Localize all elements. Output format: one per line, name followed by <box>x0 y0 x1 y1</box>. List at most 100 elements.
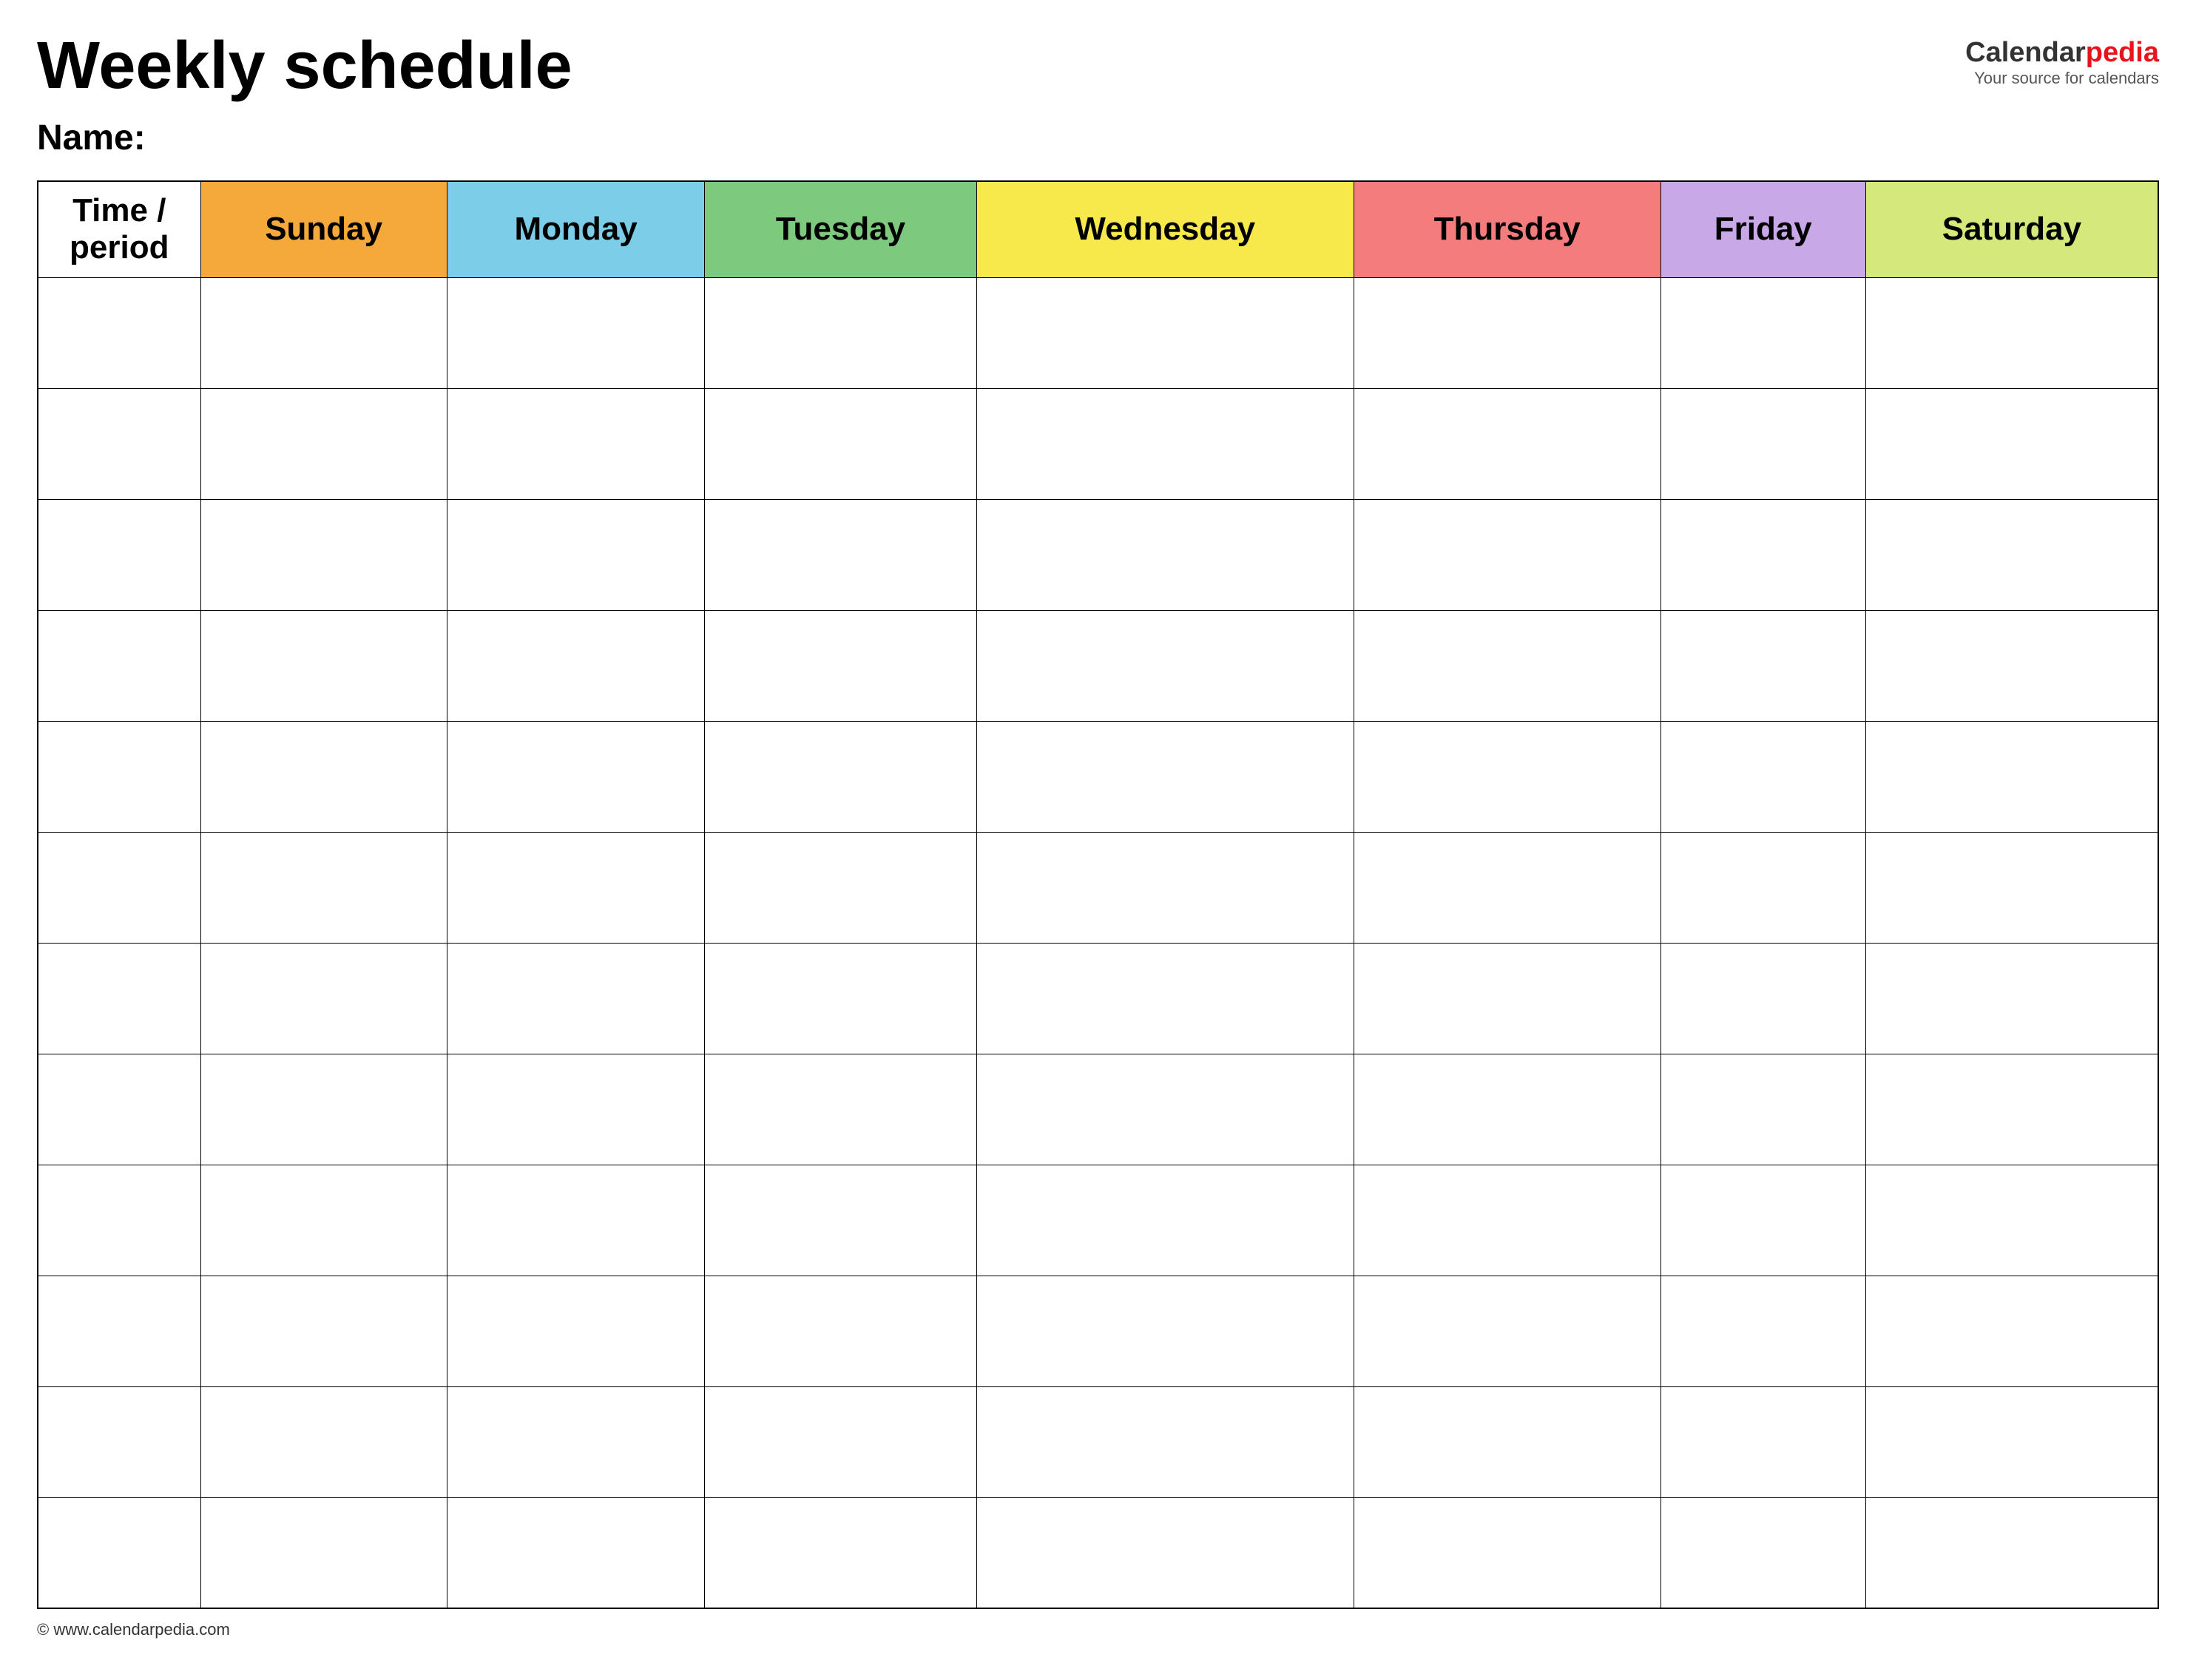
table-cell[interactable] <box>447 277 705 388</box>
table-cell[interactable] <box>1660 721 1865 832</box>
table-cell[interactable] <box>1865 277 2158 388</box>
table-cell[interactable] <box>38 1276 200 1386</box>
table-cell[interactable] <box>38 943 200 1054</box>
table-cell[interactable] <box>1354 832 1660 943</box>
table-cell[interactable] <box>1354 943 1660 1054</box>
table-cell[interactable] <box>200 721 447 832</box>
table-cell[interactable] <box>1660 1497 1865 1608</box>
table-cell[interactable] <box>976 721 1354 832</box>
table-cell[interactable] <box>1660 610 1865 721</box>
table-cell[interactable] <box>200 1497 447 1608</box>
table-cell[interactable] <box>200 388 447 499</box>
table-cell[interactable] <box>1865 721 2158 832</box>
table-cell[interactable] <box>200 1386 447 1497</box>
table-cell[interactable] <box>705 1165 976 1276</box>
table-cell[interactable] <box>705 1386 976 1497</box>
table-cell[interactable] <box>1354 1054 1660 1165</box>
table-cell[interactable] <box>38 1054 200 1165</box>
brand-calendar-text: Calendar <box>1965 37 2086 68</box>
table-cell[interactable] <box>200 832 447 943</box>
table-cell[interactable] <box>1865 943 2158 1054</box>
table-cell[interactable] <box>38 277 200 388</box>
table-cell[interactable] <box>200 277 447 388</box>
table-cell[interactable] <box>200 499 447 610</box>
table-cell[interactable] <box>976 277 1354 388</box>
table-cell[interactable] <box>1660 1276 1865 1386</box>
table-cell[interactable] <box>1354 721 1660 832</box>
table-cell[interactable] <box>976 610 1354 721</box>
table-cell[interactable] <box>1865 610 2158 721</box>
table-cell[interactable] <box>705 943 976 1054</box>
table-cell[interactable] <box>38 832 200 943</box>
table-cell[interactable] <box>976 388 1354 499</box>
table-cell[interactable] <box>1660 832 1865 943</box>
table-cell[interactable] <box>1865 832 2158 943</box>
table-cell[interactable] <box>200 1054 447 1165</box>
table-cell[interactable] <box>200 943 447 1054</box>
table-cell[interactable] <box>705 721 976 832</box>
table-cell[interactable] <box>976 832 1354 943</box>
table-cell[interactable] <box>1865 388 2158 499</box>
table-cell[interactable] <box>447 721 705 832</box>
table-cell[interactable] <box>1354 388 1660 499</box>
table-cell[interactable] <box>38 499 200 610</box>
table-cell[interactable] <box>447 943 705 1054</box>
table-cell[interactable] <box>1660 1165 1865 1276</box>
table-cell[interactable] <box>38 610 200 721</box>
table-cell[interactable] <box>1354 1497 1660 1608</box>
table-cell[interactable] <box>447 1276 705 1386</box>
table-cell[interactable] <box>1660 277 1865 388</box>
table-cell[interactable] <box>200 1276 447 1386</box>
table-cell[interactable] <box>1354 1165 1660 1276</box>
table-cell[interactable] <box>976 1386 1354 1497</box>
table-cell[interactable] <box>976 1054 1354 1165</box>
table-cell[interactable] <box>38 1165 200 1276</box>
col-header-wednesday: Wednesday <box>976 181 1354 277</box>
table-cell[interactable] <box>1660 388 1865 499</box>
table-cell[interactable] <box>976 1497 1354 1608</box>
table-cell[interactable] <box>1865 1497 2158 1608</box>
table-cell[interactable] <box>705 832 976 943</box>
table-cell[interactable] <box>705 277 976 388</box>
table-cell[interactable] <box>447 832 705 943</box>
table-cell[interactable] <box>447 1497 705 1608</box>
table-cell[interactable] <box>1865 499 2158 610</box>
table-cell[interactable] <box>976 1276 1354 1386</box>
table-cell[interactable] <box>38 1386 200 1497</box>
table-cell[interactable] <box>1660 1054 1865 1165</box>
table-cell[interactable] <box>447 388 705 499</box>
table-cell[interactable] <box>1865 1276 2158 1386</box>
col-header-monday: Monday <box>447 181 705 277</box>
table-cell[interactable] <box>447 499 705 610</box>
table-cell[interactable] <box>705 388 976 499</box>
table-cell[interactable] <box>1660 943 1865 1054</box>
table-cell[interactable] <box>38 721 200 832</box>
table-cell[interactable] <box>1354 1276 1660 1386</box>
table-cell[interactable] <box>1865 1165 2158 1276</box>
table-cell[interactable] <box>1660 499 1865 610</box>
table-cell[interactable] <box>447 1165 705 1276</box>
table-cell[interactable] <box>38 388 200 499</box>
table-cell[interactable] <box>1354 610 1660 721</box>
table-cell[interactable] <box>705 610 976 721</box>
table-cell[interactable] <box>976 943 1354 1054</box>
table-cell[interactable] <box>1354 1386 1660 1497</box>
table-cell[interactable] <box>447 1386 705 1497</box>
table-cell[interactable] <box>1865 1054 2158 1165</box>
table-cell[interactable] <box>705 499 976 610</box>
table-cell[interactable] <box>200 1165 447 1276</box>
table-cell[interactable] <box>1354 277 1660 388</box>
table-row <box>38 388 2158 499</box>
table-cell[interactable] <box>1865 1386 2158 1497</box>
table-cell[interactable] <box>976 1165 1354 1276</box>
table-cell[interactable] <box>705 1054 976 1165</box>
table-cell[interactable] <box>38 1497 200 1608</box>
table-cell[interactable] <box>200 610 447 721</box>
table-cell[interactable] <box>976 499 1354 610</box>
table-cell[interactable] <box>1354 499 1660 610</box>
table-cell[interactable] <box>705 1276 976 1386</box>
table-cell[interactable] <box>447 1054 705 1165</box>
table-cell[interactable] <box>447 610 705 721</box>
table-cell[interactable] <box>705 1497 976 1608</box>
table-cell[interactable] <box>1660 1386 1865 1497</box>
